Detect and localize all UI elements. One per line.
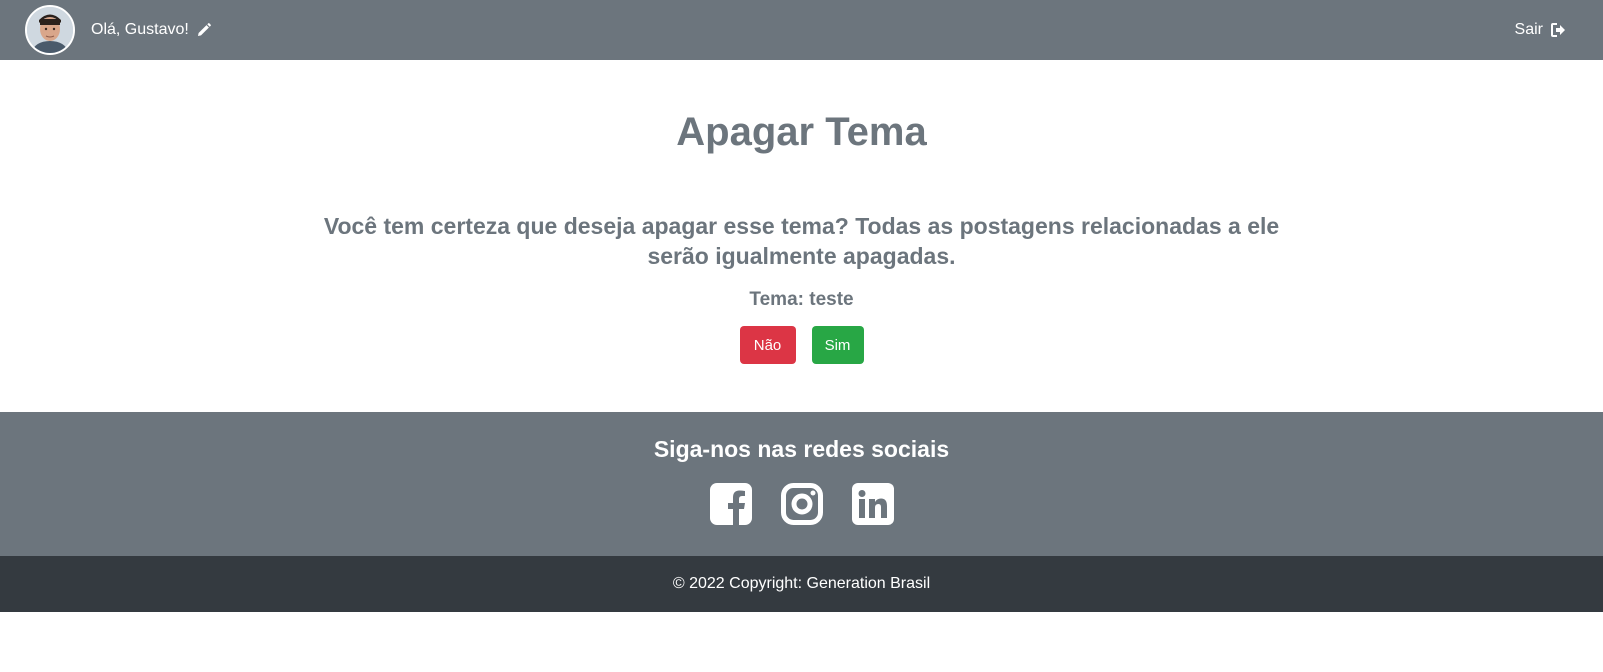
confirm-delete-button[interactable]: Sim xyxy=(811,326,864,364)
navbar: Olá, Gustavo! Sair xyxy=(0,0,1603,60)
pencil-icon[interactable] xyxy=(197,23,211,37)
navbar-left: Olá, Gustavo! xyxy=(25,5,211,55)
greeting-text: Olá, Gustavo! xyxy=(91,21,189,38)
social-icons xyxy=(0,483,1603,525)
copyright-text: © 2022 Copyright: Generation Brasil xyxy=(672,575,931,592)
theme-name: Tema: teste xyxy=(749,289,854,310)
copyright-bar: © 2022 Copyright: Generation Brasil xyxy=(0,556,1603,612)
cancel-button[interactable]: Não xyxy=(739,326,796,364)
sign-out-icon xyxy=(1551,23,1566,37)
logout-button[interactable]: Sair xyxy=(1515,21,1566,39)
social-footer: Siga-nos nas redes sociais xyxy=(0,412,1603,556)
avatar-image xyxy=(27,7,73,53)
confirmation-message: Você tem certeza que deseja apagar esse … xyxy=(323,213,1280,269)
social-title: Siga-nos nas redes sociais xyxy=(653,436,950,462)
facebook-icon[interactable] xyxy=(709,483,752,525)
instagram-icon[interactable] xyxy=(780,483,823,525)
avatar[interactable] xyxy=(25,5,75,55)
greeting: Olá, Gustavo! xyxy=(91,21,211,39)
linkedin-icon[interactable] xyxy=(851,483,894,525)
page-title: Apagar Tema xyxy=(676,110,927,154)
logout-label: Sair xyxy=(1514,21,1543,38)
main-content: Apagar Tema Você tem certeza que deseja … xyxy=(0,60,1603,412)
action-buttons: Não Sim xyxy=(0,326,1603,364)
